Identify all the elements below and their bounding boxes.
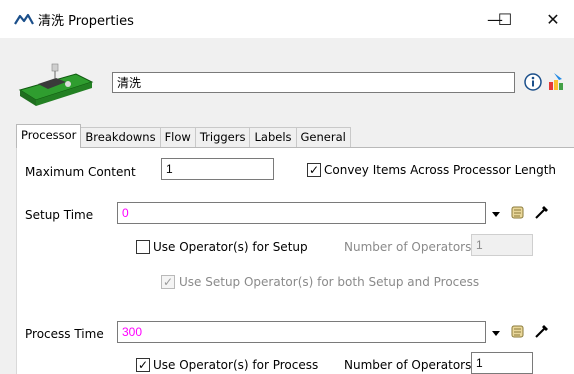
tab-triggers[interactable]: Triggers xyxy=(194,127,251,148)
num-operators-setup-input[interactable] xyxy=(471,234,533,256)
use-operators-setup-checkbox[interactable] xyxy=(136,240,150,254)
flexsim-app-icon xyxy=(14,13,34,25)
info-icon[interactable] xyxy=(524,73,542,91)
setup-time-label: Setup Time xyxy=(25,208,94,222)
max-content-input[interactable] xyxy=(161,158,274,180)
window-title-suffix: Properties xyxy=(68,14,134,29)
tab-general[interactable]: General xyxy=(295,127,351,148)
setup-time-input[interactable] xyxy=(117,202,486,224)
convey-items-checkbox[interactable]: ✓ xyxy=(307,163,321,177)
processor-tab-content: Maximum Content ✓ Convey Items Across Pr… xyxy=(16,147,574,374)
process-time-script-icon[interactable] xyxy=(510,323,526,339)
tab-processor[interactable]: Processor xyxy=(16,124,82,148)
use-operators-process-checkbox[interactable]: ✓ xyxy=(136,358,150,372)
use-setup-operators-both-checkbox[interactable]: ✓ xyxy=(161,275,175,289)
use-operators-process-label: Use Operator(s) for Process xyxy=(153,358,319,372)
maximize-button[interactable]: ☐ xyxy=(490,2,520,36)
num-operators-process-label: Number of Operators xyxy=(344,358,472,372)
setup-time-dropdown-icon[interactable] xyxy=(491,209,501,219)
conveyor-processor-icon xyxy=(18,63,94,106)
use-setup-operators-both-label: Use Setup Operator(s) for both Setup and… xyxy=(179,275,480,289)
process-time-input[interactable] xyxy=(117,321,486,343)
checkmark-icon: ✓ xyxy=(137,358,149,372)
paint-icon[interactable] xyxy=(546,71,566,91)
close-button[interactable]: ✕ xyxy=(530,2,574,36)
convey-items-label: Convey Items Across Processor Length xyxy=(324,163,557,177)
checkmark-icon: ✓ xyxy=(162,275,174,289)
tab-labels[interactable]: Labels xyxy=(249,127,297,148)
num-operators-process-input[interactable] xyxy=(471,352,533,374)
process-time-label: Process Time xyxy=(25,327,104,341)
max-content-label: Maximum Content xyxy=(25,165,136,179)
window-title-name: 清洗 xyxy=(38,14,65,29)
window-title: 清洗 Properties xyxy=(38,10,134,29)
num-operators-setup-label: Number of Operators xyxy=(344,240,472,254)
use-operators-setup-label: Use Operator(s) for Setup xyxy=(153,240,308,254)
checkmark-icon: ✓ xyxy=(308,163,320,177)
object-name-input[interactable] xyxy=(112,72,515,93)
setup-time-script-icon[interactable] xyxy=(510,204,526,220)
title-bar: 清洗 Properties — ☐ ✕ xyxy=(0,0,574,38)
tab-breakdowns[interactable]: Breakdowns xyxy=(80,127,161,148)
tab-flow[interactable]: Flow xyxy=(159,127,196,148)
setup-time-eyedropper-icon[interactable] xyxy=(533,203,551,221)
process-time-eyedropper-icon[interactable] xyxy=(533,322,551,340)
tab-bar: Processor Breakdowns Flow Triggers Label… xyxy=(16,124,351,148)
process-time-dropdown-icon[interactable] xyxy=(491,328,501,338)
properties-panel: Processor Breakdowns Flow Triggers Label… xyxy=(0,38,574,374)
